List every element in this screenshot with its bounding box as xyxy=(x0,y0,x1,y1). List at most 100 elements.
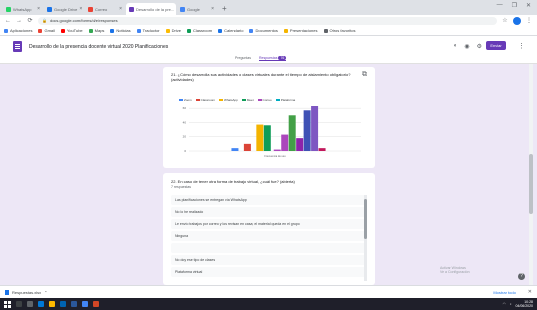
search-icon[interactable] xyxy=(16,301,22,307)
browser-tab[interactable]: WhatsApp × xyxy=(3,3,43,15)
download-item[interactable]: Respuestas.xlsx ⌃ xyxy=(5,289,47,295)
help-icon[interactable]: ? xyxy=(518,273,525,280)
tab-label: Google xyxy=(187,6,200,12)
bookmark-favicon-icon xyxy=(136,28,141,33)
tab-close-icon[interactable]: × xyxy=(119,6,122,12)
bookmark-item[interactable]: Otros favoritos xyxy=(323,28,356,33)
close-icon[interactable]: ✕ xyxy=(526,2,531,9)
chart-bar xyxy=(273,149,281,151)
responses-content: 21. ¿Cómo desarrolla sus actividades o c… xyxy=(0,64,537,285)
settings-gear-icon[interactable]: ⚙ xyxy=(477,43,482,50)
preview-eye-icon[interactable]: ◉ xyxy=(464,43,469,50)
bookmark-favicon-icon xyxy=(323,28,328,33)
chart-bar xyxy=(296,138,304,151)
bookmark-label: Otros favoritos xyxy=(329,28,356,33)
bookmark-item[interactable]: Presentaciones xyxy=(283,28,318,33)
bookmark-favicon-icon xyxy=(186,28,191,33)
answer-item xyxy=(171,243,367,253)
lock-icon: 🔒 xyxy=(42,18,47,23)
tab-favicon-icon xyxy=(6,6,11,12)
bookmark-label: Calendario xyxy=(224,28,244,33)
close-download-bar-icon[interactable]: ✕ xyxy=(528,289,532,295)
tab-close-icon[interactable]: × xyxy=(211,6,214,12)
page-scrollbar[interactable] xyxy=(529,64,533,285)
browser-tab[interactable]: Google × xyxy=(177,3,217,15)
chart-bar xyxy=(288,115,296,151)
bookmark-item[interactable]: Maps xyxy=(88,28,104,33)
bookmark-label: YouTube xyxy=(66,28,83,33)
word-icon[interactable] xyxy=(71,301,77,307)
tab-favicon-icon xyxy=(47,6,52,12)
browser-tab[interactable]: Google Drive × xyxy=(44,3,84,15)
show-all-downloads-link[interactable]: Mostrar todo xyxy=(493,290,515,295)
y-tick-label: 60 xyxy=(183,106,187,110)
bookmark-item[interactable]: YouTube xyxy=(60,28,83,33)
address-bar[interactable]: 🔒 docs.google.com/forms/d/e/responses xyxy=(38,16,497,25)
store-icon[interactable] xyxy=(60,301,66,307)
powerpoint-icon[interactable] xyxy=(93,301,99,307)
bookmark-label: Aplicaciones xyxy=(10,28,33,33)
bookmark-item[interactable]: Documentos xyxy=(249,28,278,33)
profile-avatar[interactable] xyxy=(513,16,521,25)
bookmark-favicon-icon xyxy=(88,28,93,33)
chart-bar xyxy=(231,148,239,151)
bookmark-label: Gmail xyxy=(44,28,55,33)
windows-start-icon[interactable] xyxy=(4,300,11,308)
bookmark-label: Drive xyxy=(171,28,181,33)
bookmark-favicon-icon xyxy=(283,28,288,33)
bookmark-item[interactable]: Aplicaciones xyxy=(4,28,32,33)
tab-label: Google Drive xyxy=(54,6,78,12)
bookmark-label: Presentaciones xyxy=(289,28,318,33)
activate-windows-watermark: Activar Windows Ve a Configuración xyxy=(440,266,470,274)
reload-icon[interactable]: ⟳ xyxy=(27,17,33,24)
browser-tab[interactable]: Correo × xyxy=(85,3,125,15)
back-arrow-icon[interactable]: ← xyxy=(5,18,11,24)
x-axis-label: Frecuencia de uso xyxy=(264,154,286,158)
send-button[interactable]: Enviar xyxy=(486,41,506,50)
palette-icon[interactable]: ◐ xyxy=(454,43,458,50)
watermark-line: Ve a Configuración xyxy=(440,270,470,274)
bookmark-item[interactable]: Gmail xyxy=(38,28,55,33)
chrome-icon[interactable] xyxy=(82,301,88,307)
y-tick-label: 20 xyxy=(183,135,187,139)
answers-scrollbar[interactable] xyxy=(364,195,367,281)
menu-dots-icon[interactable]: ⋮ xyxy=(526,17,532,24)
question-card: 21. ¿Cómo desarrolla sus actividades o c… xyxy=(163,67,375,168)
tab-questions[interactable]: Preguntas xyxy=(235,56,251,61)
tab-close-icon[interactable]: × xyxy=(37,6,40,12)
bookmark-item[interactable]: Noticias xyxy=(110,28,131,33)
browser-tabstrip: WhatsApp × Google Drive × Correo × Desarrol… xyxy=(0,0,537,15)
chevron-up-icon[interactable]: ⌃ xyxy=(44,290,47,295)
task-view-icon[interactable] xyxy=(27,301,33,307)
volume-icon[interactable]: ♪ xyxy=(510,302,512,306)
tab-favicon-icon xyxy=(129,6,134,12)
bookmark-favicon-icon xyxy=(165,28,170,33)
bookmark-item[interactable]: Traductor xyxy=(136,28,160,33)
chart-bar xyxy=(243,143,251,151)
chart-bar xyxy=(318,148,326,151)
clock[interactable]: 10:28 04/06/2020 xyxy=(515,300,533,308)
star-icon[interactable]: ☆ xyxy=(502,17,508,24)
header-actions: ◐ ◉ ⚙ xyxy=(454,43,482,50)
google-forms-logo-icon[interactable] xyxy=(13,41,22,52)
bookmark-favicon-icon xyxy=(38,28,43,33)
maximize-icon[interactable]: ❐ xyxy=(512,2,517,9)
tab-responses-label: Respuestas xyxy=(258,56,278,60)
more-options-icon[interactable]: ⋮ xyxy=(518,42,525,50)
forward-arrow-icon[interactable]: → xyxy=(16,18,22,24)
new-tab-button[interactable]: + xyxy=(218,3,231,15)
bookmark-item[interactable]: Drive xyxy=(165,28,181,33)
wifi-icon[interactable]: ◠ xyxy=(503,302,506,306)
edge-browser-icon[interactable] xyxy=(38,301,44,307)
copy-chart-icon[interactable]: ⧉ xyxy=(362,71,367,79)
bookmarks-bar: Aplicaciones Gmail YouTube Maps Noticias… xyxy=(0,26,537,36)
tab-close-icon[interactable]: × xyxy=(79,6,82,12)
form-title[interactable]: Desarrollo de la presencia docente virtu… xyxy=(29,44,168,50)
bookmark-item[interactable]: Classroom xyxy=(186,28,212,33)
minimize-icon[interactable]: — xyxy=(497,2,503,9)
browser-tab-active[interactable]: Desarrollo de la pre...× xyxy=(126,3,176,15)
tab-responses[interactable]: Respuestas 76 xyxy=(258,56,287,61)
bar-chart: 60 40 20 0 Frecuencia de uso xyxy=(183,106,361,158)
file-explorer-icon[interactable] xyxy=(49,301,55,307)
bookmark-item[interactable]: Calendario xyxy=(218,28,243,33)
